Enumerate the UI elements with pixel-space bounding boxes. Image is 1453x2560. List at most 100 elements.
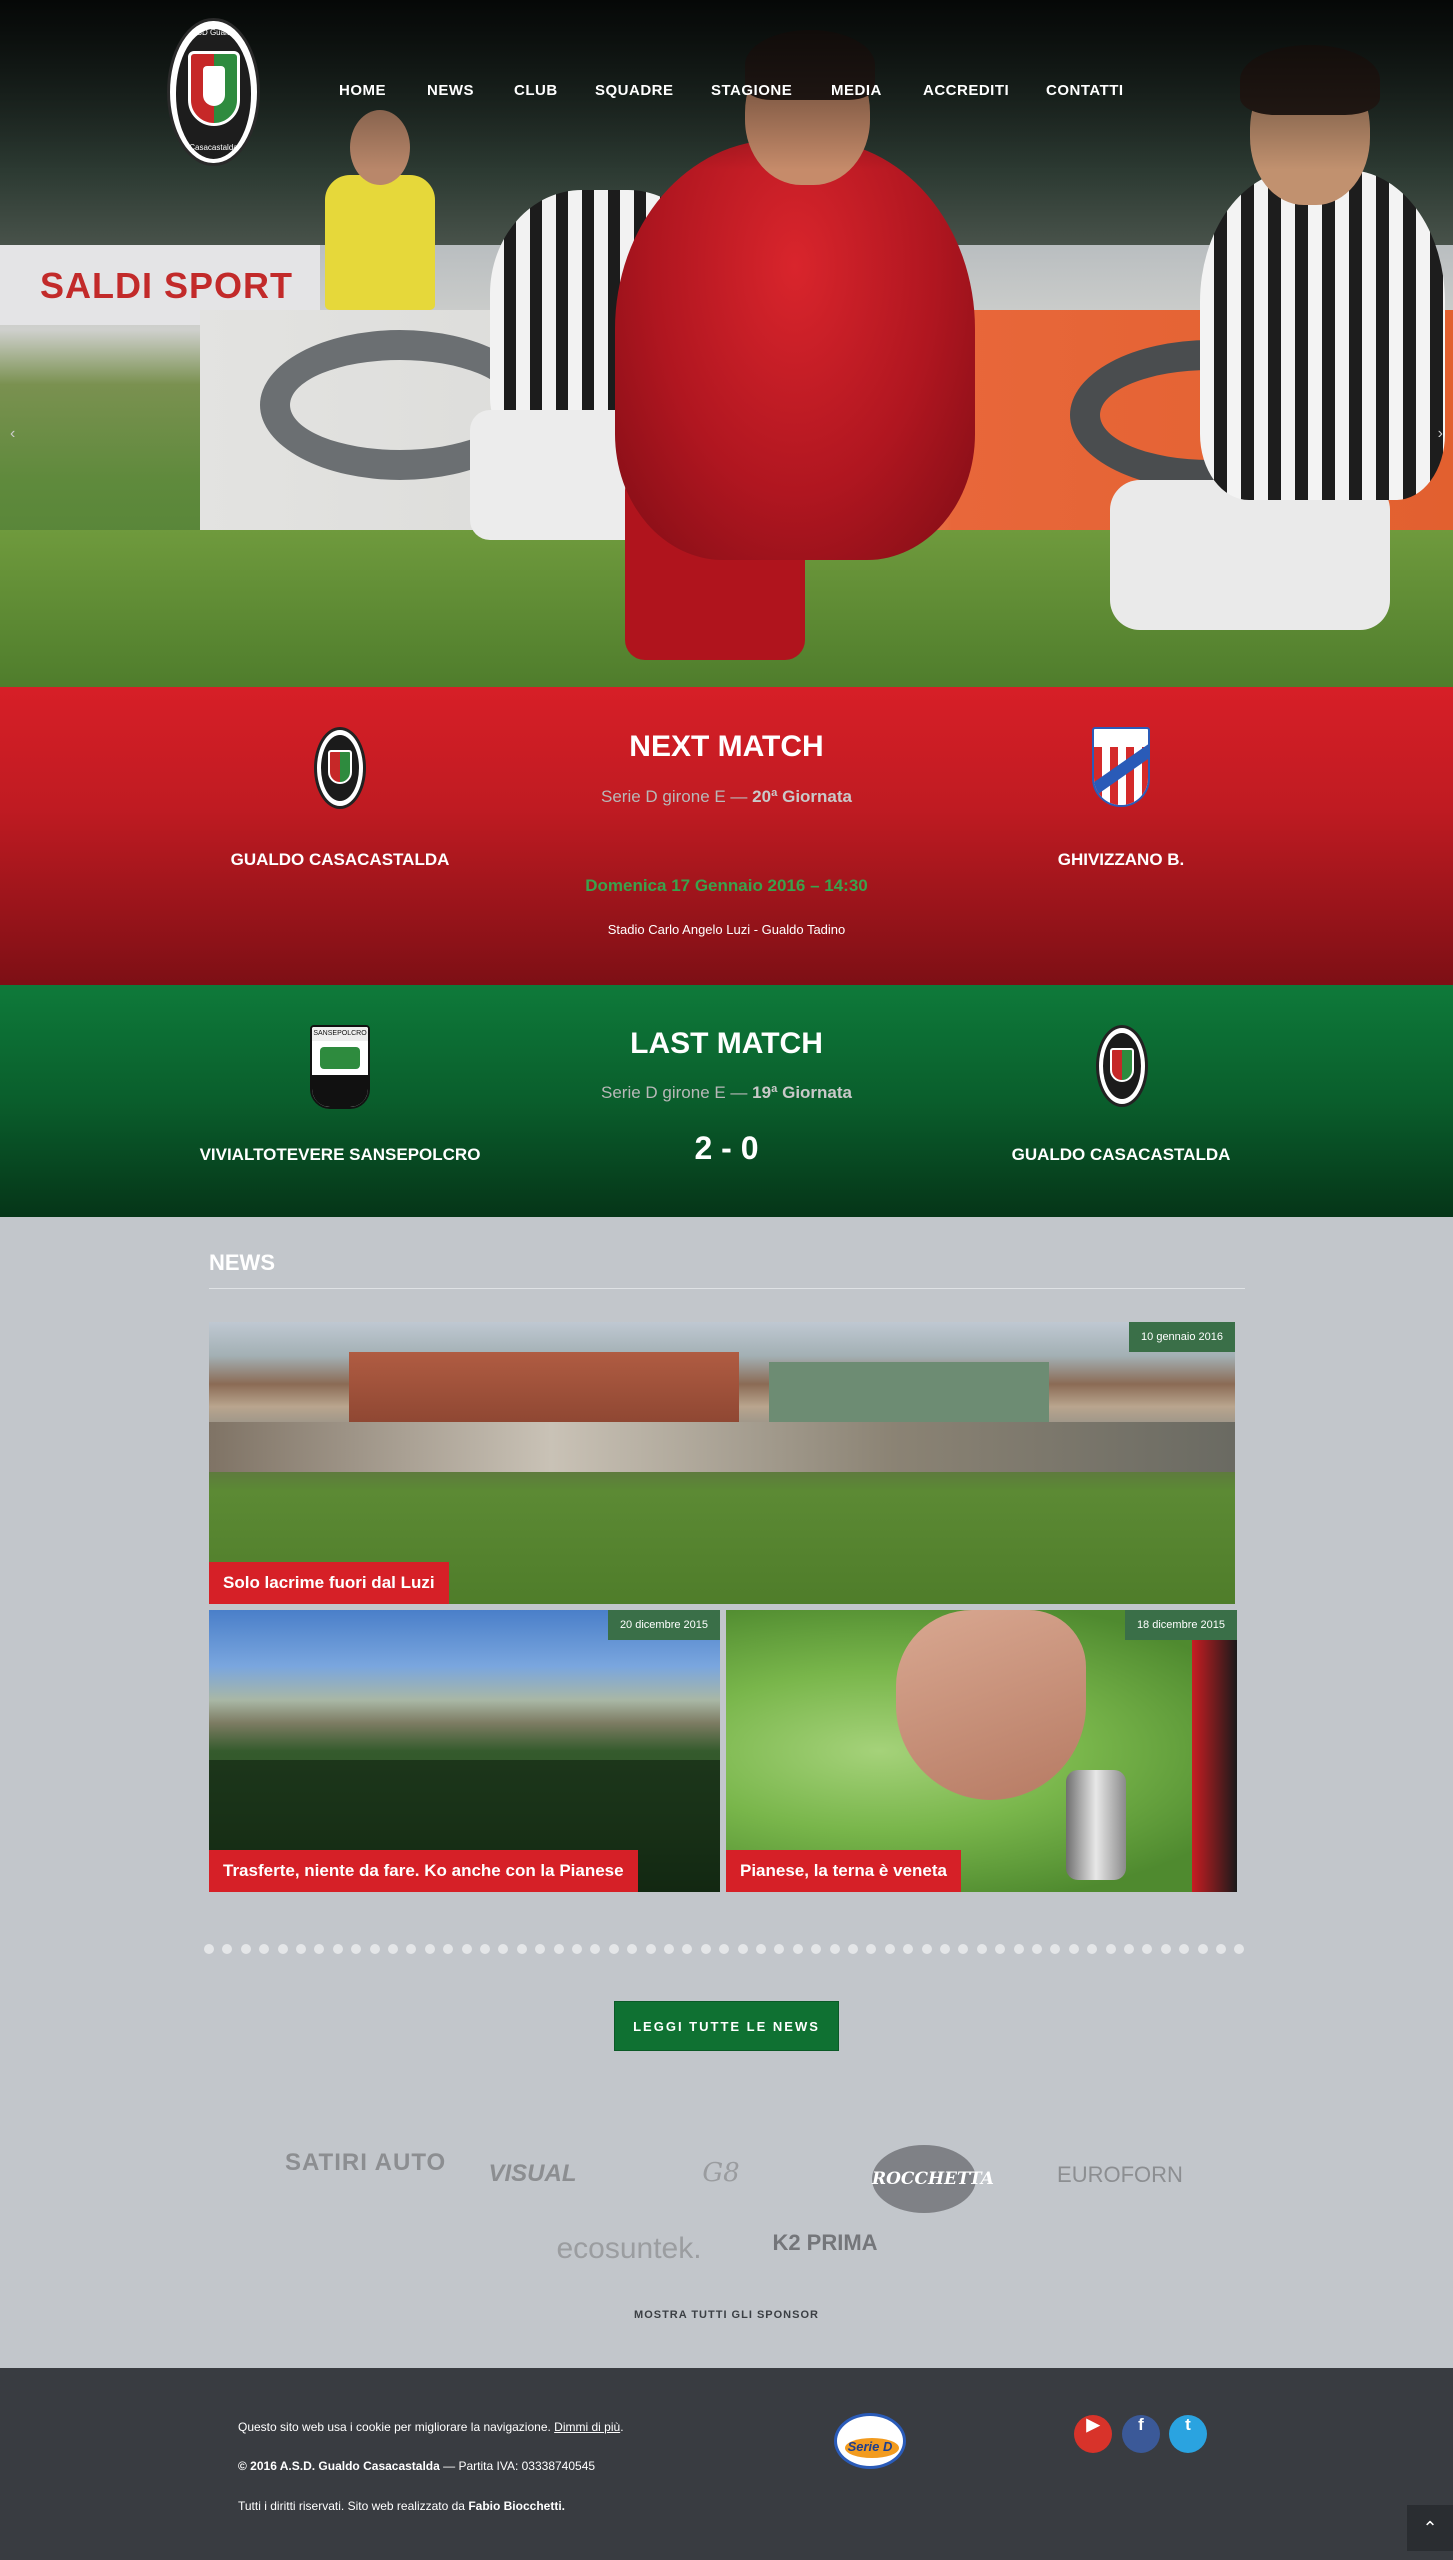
pagination-dot[interactable] [332, 1944, 343, 1954]
sponsor-logo[interactable]: EUROFORN [1040, 2162, 1200, 2188]
news-divider [209, 1288, 1245, 1289]
sponsor-logo[interactable]: SATIRI AUTO [285, 2151, 445, 2175]
sponsor-logo[interactable]: ROCCHETTA [872, 2145, 994, 2213]
pagination-dot[interactable] [995, 1944, 1006, 1954]
pagination-dot[interactable] [645, 1944, 656, 1954]
pagination-dot[interactable] [903, 1944, 914, 1954]
pagination-dot[interactable] [590, 1944, 601, 1954]
pagination-dot[interactable] [627, 1944, 638, 1954]
news-card[interactable]: 18 dicembre 2015 Pianese, la terna è ven… [726, 1610, 1237, 1892]
cookie-info-link[interactable]: Dimmi di più [554, 2420, 620, 2434]
pagination-dot[interactable] [811, 1944, 822, 1954]
pagination-dot[interactable] [388, 1944, 398, 1954]
sponsor-logo[interactable]: G8 [686, 2158, 756, 2188]
nav-home[interactable]: HOME [339, 82, 386, 99]
pagination-dot[interactable] [1179, 1944, 1190, 1954]
league-text: Serie D girone E — [600, 787, 753, 806]
pagination-dot[interactable] [351, 1944, 362, 1954]
nav-media[interactable]: MEDIA [831, 82, 882, 99]
steward-figure [325, 175, 435, 310]
nav-stagione[interactable]: STAGIONE [711, 82, 792, 99]
sponsor-logo[interactable]: ecosuntek. [540, 2232, 718, 2266]
pagination-dot[interactable] [940, 1944, 950, 1954]
news-card-featured[interactable]: 10 gennaio 2016 Solo lacrime fuori dal L… [209, 1322, 1235, 1604]
author-link[interactable]: Fabio Biocchetti. [468, 2499, 565, 2513]
pagination-dot[interactable] [535, 1944, 546, 1954]
pagination-dot[interactable] [682, 1944, 693, 1954]
pagination-dot[interactable] [848, 1944, 858, 1954]
news-title[interactable]: Trasferte, niente da fare. Ko anche con … [209, 1850, 638, 1892]
pagination-dot[interactable] [424, 1944, 435, 1954]
sponsor-logo[interactable]: VISUAL [470, 2160, 595, 2188]
news-title[interactable]: Pianese, la terna è veneta [726, 1850, 961, 1892]
facebook-icon[interactable]: f [1122, 2415, 1160, 2453]
all-news-button[interactable]: LEGGI TUTTE LE NEWS [614, 2001, 839, 2051]
pagination-dot[interactable] [958, 1944, 969, 1954]
copyright-text: © 2016 A.S.D. Gualdo Casacastalda [238, 2459, 440, 2473]
cookie-text: Questo sito web usa i cookie per miglior… [238, 2420, 555, 2434]
pagination-dot[interactable] [498, 1944, 509, 1954]
opponent-player-shorts [1110, 480, 1390, 630]
pagination-dot[interactable] [1160, 1944, 1171, 1954]
pagination-dot[interactable] [277, 1944, 288, 1954]
pagination-dot[interactable] [976, 1944, 987, 1954]
pagination-dot[interactable] [516, 1944, 527, 1954]
pagination-dot[interactable] [1068, 1944, 1079, 1954]
pagination-dot[interactable] [1032, 1944, 1042, 1954]
pagination-dot[interactable] [1013, 1944, 1024, 1954]
pagination-dot[interactable] [1142, 1944, 1153, 1954]
back-to-top-button[interactable]: ⌃ [1407, 2505, 1453, 2551]
pagination-dot[interactable] [259, 1944, 270, 1954]
pagination-dot[interactable] [204, 1944, 214, 1954]
pagination-dot[interactable] [369, 1944, 380, 1954]
nav-accrediti[interactable]: ACCREDITI [923, 82, 1009, 99]
pagination-dot[interactable] [756, 1944, 766, 1954]
pagination-dot[interactable] [443, 1944, 454, 1954]
pagination-dot[interactable] [774, 1944, 785, 1954]
pagination-dot[interactable] [921, 1944, 932, 1954]
news-title[interactable]: Solo lacrime fuori dal Luzi [209, 1562, 449, 1604]
pagination-dot[interactable] [737, 1944, 748, 1954]
youtube-icon[interactable]: ▶ [1074, 2415, 1112, 2453]
nav-news[interactable]: NEWS [427, 82, 474, 99]
pagination-dot[interactable] [608, 1944, 619, 1954]
pagination-dot[interactable] [1124, 1944, 1134, 1954]
pagination-dot[interactable] [461, 1944, 472, 1954]
pagination-dot[interactable] [719, 1944, 730, 1954]
pagination-dot[interactable] [664, 1944, 674, 1954]
pagination-dot[interactable] [553, 1944, 564, 1954]
pagination-dot[interactable] [480, 1944, 490, 1954]
pagination-dot[interactable] [792, 1944, 803, 1954]
pagination-dot[interactable] [1087, 1944, 1098, 1954]
nav-squadre[interactable]: SQUADRE [595, 82, 674, 99]
nav-club[interactable]: CLUB [514, 82, 558, 99]
next-match-title: NEXT MATCH [629, 730, 824, 763]
pagination-dot[interactable] [296, 1944, 306, 1954]
pagination-dot[interactable] [700, 1944, 711, 1954]
pagination-dot[interactable] [406, 1944, 417, 1954]
serie-d-text: Serie D [847, 2439, 893, 2454]
sponsor-logo[interactable]: K2 PRIMA [768, 2230, 882, 2256]
pagination-dot[interactable] [1050, 1944, 1061, 1954]
pagination-dot[interactable] [1216, 1944, 1226, 1954]
twitter-icon[interactable]: t [1169, 2415, 1207, 2453]
news-card[interactable]: 20 dicembre 2015 Trasferte, niente da fa… [209, 1610, 720, 1892]
vat-text: — Partita IVA: 03338740545 [439, 2459, 596, 2473]
pagination-dot[interactable] [866, 1944, 877, 1954]
next-match-datetime: Domenica 17 Gennaio 2016 – 14:30 [585, 876, 868, 895]
pagination-dot[interactable] [829, 1944, 840, 1954]
slider-next-arrow[interactable]: › [1438, 425, 1443, 443]
pagination-dot[interactable] [572, 1944, 582, 1954]
pagination-dot[interactable] [222, 1944, 233, 1954]
pagination-dot[interactable] [884, 1944, 895, 1954]
pagination-dot[interactable] [240, 1944, 251, 1954]
nav-contatti[interactable]: CONTATTI [1046, 82, 1124, 99]
news-date-badge: 18 dicembre 2015 [1124, 1610, 1237, 1640]
pagination-dot[interactable] [1197, 1944, 1208, 1954]
home-player-figure [615, 140, 975, 560]
slider-prev-arrow[interactable]: ‹ [10, 425, 15, 443]
pagination-dot[interactable] [314, 1944, 325, 1954]
show-all-sponsors-link[interactable]: MOSTRA TUTTI GLI SPONSOR [0, 2309, 1453, 2321]
pagination-dot[interactable] [1234, 1944, 1245, 1954]
pagination-dot[interactable] [1105, 1944, 1116, 1954]
